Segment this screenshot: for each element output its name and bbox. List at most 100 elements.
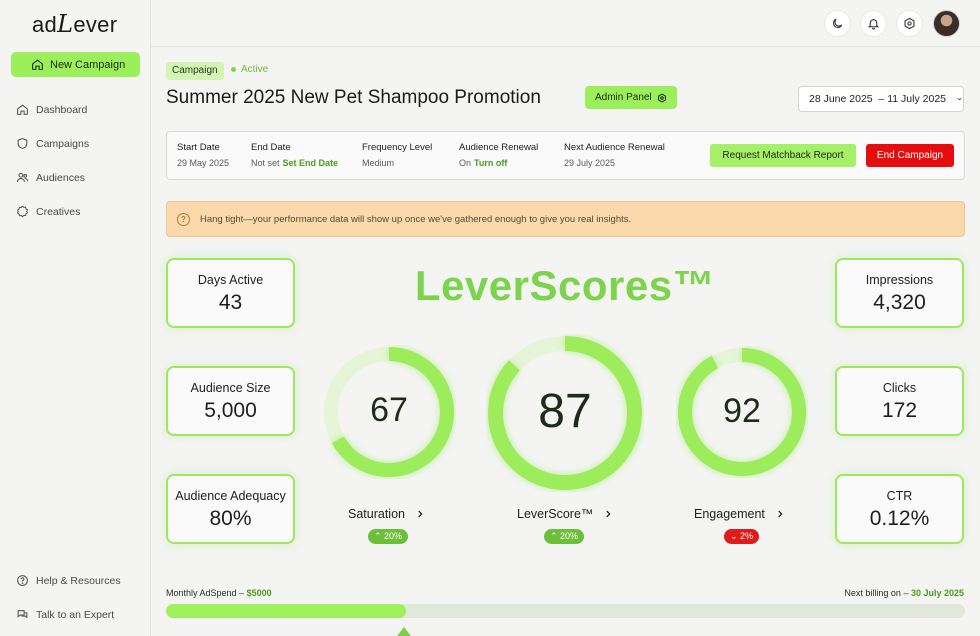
next-renewal-value: 29 July 2025 <box>564 158 616 168</box>
gauge-value: 67 <box>370 391 408 429</box>
notifications-button[interactable] <box>860 10 887 37</box>
stat-label: Audience Size <box>190 381 271 395</box>
adspend-progress-fill <box>166 604 406 618</box>
stat-card-audience-size: Audience Size 5,000 <box>166 366 295 436</box>
sidebar-item-dashboard[interactable]: Dashboard <box>16 103 87 116</box>
user-avatar[interactable] <box>933 10 960 37</box>
stat-value: 80% <box>209 507 252 530</box>
logo-suffix: ever <box>73 12 118 37</box>
dark-mode-button[interactable] <box>824 10 851 37</box>
date-range-value: 28 June 2025 – 11 July 2025 <box>809 93 946 105</box>
info-notice: ? Hang tight—your performance data will … <box>166 201 965 237</box>
chevron-right-icon <box>418 510 423 518</box>
stat-value: 0.12% <box>869 507 930 530</box>
moon-icon <box>832 18 843 29</box>
stat-label: Audience Adequacy <box>175 489 286 503</box>
admin-panel-button[interactable]: Admin Panel <box>585 86 677 109</box>
sidebar-item-label: Dashboard <box>36 103 88 116</box>
end-date-field: End Date Not set Set End Date <box>251 142 338 168</box>
frequency-field: Frequency Level Medium <box>362 142 432 168</box>
saturation-change-badge: ⌃ 20% <box>368 529 409 544</box>
chat-icon <box>17 610 28 619</box>
leverscores-title: LeverScores™ <box>414 262 716 309</box>
help-icon <box>17 575 28 586</box>
notice-text: Hang tight—your performance data will sh… <box>200 213 632 225</box>
stat-card-ctr: CTR 0.12% <box>835 474 964 544</box>
billing-label: Next billing on – <box>844 588 911 598</box>
settings-button[interactable] <box>896 10 923 37</box>
leverscore-change-badge: ⌃ 20% <box>544 529 585 544</box>
settings-icon <box>904 17 915 30</box>
home-icon <box>17 104 28 115</box>
chevron-right-icon <box>778 510 783 518</box>
status-dot <box>231 67 236 72</box>
engagement-link[interactable]: Engagement <box>694 507 785 521</box>
next-billing: Next billing on – 30 July 2025 <box>844 588 964 598</box>
audience-renewal-field: Audience Renewal On Turn off <box>459 142 538 168</box>
settings-icon <box>657 92 666 103</box>
monthly-adspend: Monthly AdSpend – $5000 <box>166 588 272 598</box>
question-icon: ? <box>177 212 190 226</box>
leverscore-link[interactable]: LeverScore™ <box>517 507 613 521</box>
set-end-date-link[interactable]: Set End Date <box>283 158 339 168</box>
gauge-value: 92 <box>723 392 761 430</box>
sidebar-item-audiences[interactable]: Audiences <box>16 171 85 184</box>
end-date-label: End Date <box>251 142 291 153</box>
page-title: Summer 2025 New Pet Shampoo Promotion <box>166 87 541 108</box>
change-value: 20% <box>384 531 403 541</box>
stat-label: CTR <box>886 489 913 503</box>
engagement-change-badge: ⌄ 2% <box>724 529 760 544</box>
saturation-gauge: 67 <box>322 345 456 479</box>
leverscore-gauge: 87 <box>486 334 644 492</box>
top-bar <box>151 0 980 47</box>
adspend-amount: $5000 <box>246 588 272 598</box>
stat-label: Impressions <box>865 273 934 287</box>
stat-card-impressions: Impressions 4,320 <box>835 258 964 328</box>
turn-off-link[interactable]: Turn off <box>474 158 507 168</box>
admin-panel-label: Admin Panel <box>595 92 652 103</box>
sidebar-item-help[interactable]: Help & Resources <box>16 574 121 587</box>
start-date-field: Start Date 29 May 2025 <box>177 142 229 168</box>
stat-label: Clicks <box>882 381 917 395</box>
logo-prefix: ad <box>32 12 58 37</box>
date-range-select[interactable]: 28 June 2025 – 11 July 2025 <box>798 86 964 112</box>
adspend-progress-track <box>166 604 965 618</box>
status-badge: Active <box>231 64 268 75</box>
gauge-label: LeverScore™ <box>517 507 594 521</box>
stat-card-days-active: Days Active 43 <box>166 258 295 328</box>
gauge-value: 87 <box>538 385 592 438</box>
campaign-tag: Campaign <box>166 62 224 80</box>
sidebar-item-campaigns[interactable]: Campaigns <box>16 137 89 150</box>
stat-label: Days Active <box>197 273 264 287</box>
next-renewal-field: Next Audience Renewal 29 July 2025 <box>564 142 665 168</box>
sidebar-item-creatives[interactable]: Creatives <box>16 205 80 218</box>
audience-renewal-label: Audience Renewal <box>459 142 539 153</box>
status-label: Active <box>241 64 269 75</box>
stat-value: 5,000 <box>204 399 257 422</box>
change-value: 20% <box>560 531 579 541</box>
sidebar-item-label: Help & Resources <box>36 574 121 587</box>
end-date-value: Not set <box>251 158 280 168</box>
gauge-label: Engagement <box>694 507 765 521</box>
home-icon <box>32 59 43 70</box>
chevron-down-icon <box>957 97 962 101</box>
billing-date: 30 July 2025 <box>910 588 964 598</box>
app-logo[interactable]: adLever <box>32 10 117 38</box>
stat-value: 172 <box>881 399 918 422</box>
new-campaign-label: New Campaign <box>50 58 126 71</box>
frequency-label: Frequency Level <box>362 142 433 153</box>
stat-value: 43 <box>218 291 243 314</box>
end-campaign-button[interactable]: End Campaign <box>866 144 954 167</box>
new-campaign-button[interactable]: New Campaign <box>11 52 140 77</box>
request-matchback-button[interactable]: Request Matchback Report <box>710 144 856 167</box>
audience-renewal-value: On <box>459 158 472 168</box>
sidebar: adLever New Campaign Dashboard Campaigns… <box>0 0 151 636</box>
progress-marker-icon <box>397 627 411 636</box>
creatives-icon <box>16 205 29 218</box>
change-value: 2% <box>740 531 754 541</box>
saturation-link[interactable]: Saturation <box>348 507 425 521</box>
shield-icon <box>17 138 28 149</box>
sidebar-item-expert[interactable]: Talk to an Expert <box>16 608 114 621</box>
start-date-label: Start Date <box>177 142 220 153</box>
sidebar-item-label: Creatives <box>36 205 81 218</box>
